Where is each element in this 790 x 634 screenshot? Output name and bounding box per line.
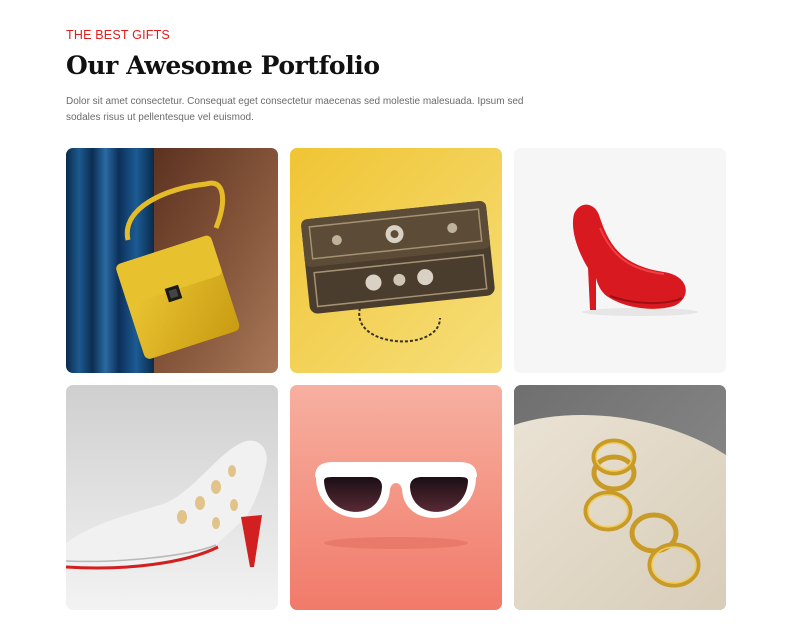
white-pump-shoe-image [66, 385, 278, 610]
portfolio-item-yellow-handbag[interactable] [66, 148, 278, 373]
portfolio-grid [66, 148, 726, 610]
portfolio-item-red-heel[interactable] [514, 148, 726, 373]
yellow-handbag-image [66, 148, 278, 373]
section-header: THE BEST GIFTS Our Awesome Portfolio Dol… [66, 28, 726, 126]
portfolio-item-sunglasses[interactable] [290, 385, 502, 610]
section-title: Our Awesome Portfolio [66, 51, 380, 80]
portfolio-item-gold-rings[interactable] [514, 385, 726, 610]
ornate-metal-clutch-image [290, 148, 502, 373]
section-eyebrow: THE BEST GIFTS [66, 28, 170, 42]
white-sunglasses-image [290, 385, 502, 610]
gold-rings-image [514, 385, 726, 610]
portfolio-item-ornate-clutch[interactable] [290, 148, 502, 373]
section-description: Dolor sit amet consectetur. Consequat eg… [66, 96, 524, 123]
portfolio-item-white-pump[interactable] [66, 385, 278, 610]
red-high-heel-image [514, 148, 726, 373]
